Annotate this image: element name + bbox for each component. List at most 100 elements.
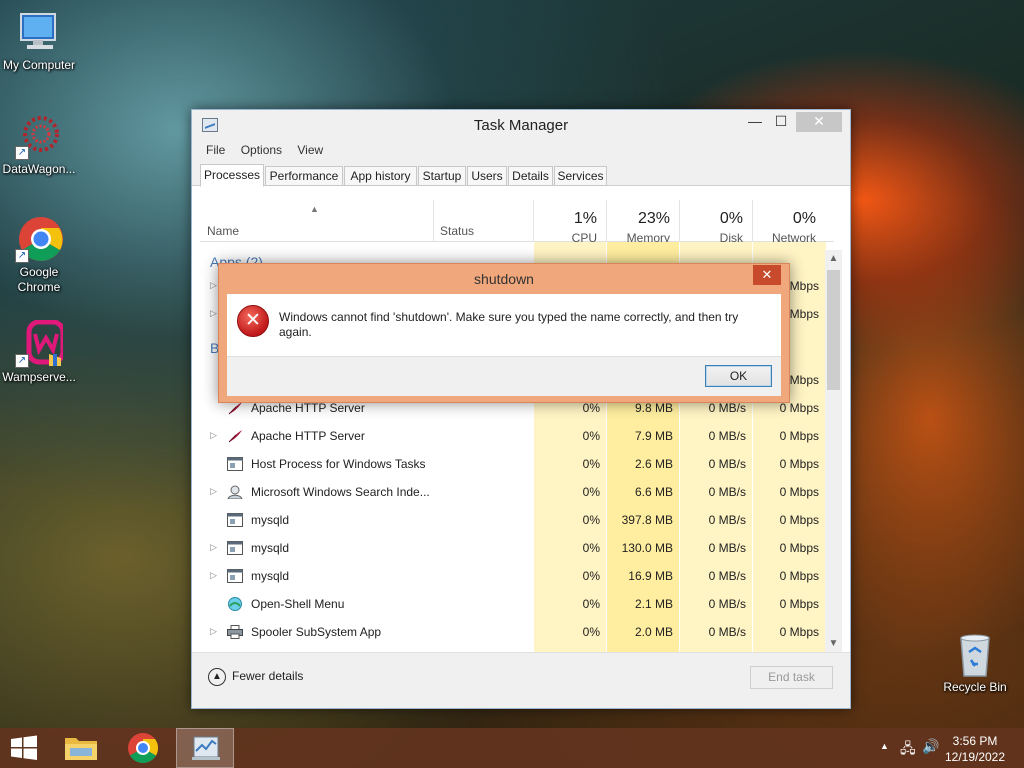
search-user-icon [227, 485, 243, 500]
table-row[interactable]: ▷ mysqld 0% 130.0 MB 0 MB/s 0 Mbps [200, 534, 826, 562]
expand-icon[interactable]: ▷ [210, 280, 217, 291]
cell-name: Apache HTTP Server [251, 429, 365, 443]
cell-cpu: 0% [582, 541, 600, 555]
cell-cpu: 0% [582, 457, 600, 471]
network-icon[interactable]: 🖧 [900, 738, 916, 762]
dialog-close-button[interactable]: ✕ [753, 265, 781, 285]
cell-disk: 0 MB/s [708, 485, 746, 499]
title-bar[interactable]: Task Manager — ☐ ✕ [192, 110, 850, 140]
maximize-button[interactable]: ☐ [768, 112, 794, 132]
cell-memory: 397.8 MB [621, 513, 673, 527]
desktop-icon-my-computer[interactable]: My Computer [0, 8, 78, 73]
shortcut-arrow-icon: ↗ [15, 354, 29, 368]
error-dialog: shutdown ✕ ✕ Windows cannot find 'shutdo… [218, 263, 790, 403]
desktop-icon-label: Google Chrome [17, 265, 61, 294]
column-header-row: ▲ Name Status 1% CPU 23% Memory 0% Disk … [200, 200, 834, 245]
scroll-thumb[interactable] [827, 270, 840, 390]
clock-time: 3:56 PM [952, 734, 998, 748]
cell-name: Microsoft Windows Search Inde... [251, 485, 430, 499]
cell-cpu: 0% [582, 401, 600, 415]
windows-logo-icon [11, 735, 37, 760]
cell-memory: 7.9 MB [634, 429, 673, 443]
desktop-icon-wampserver[interactable]: ↗ Wampserve... [0, 319, 78, 385]
tab-details[interactable]: Details [508, 166, 553, 186]
expand-icon[interactable]: ▷ [210, 430, 217, 441]
expand-icon[interactable]: ▷ [210, 626, 217, 637]
cell-disk: 0 MB/s [708, 541, 746, 555]
system-tray: ▲ 🖧 🔊 3:56 PM 12/19/2022 [864, 728, 1024, 768]
cell-memory: 2.6 MB [634, 457, 673, 471]
table-row[interactable]: ▷ Apache HTTP Server 0% 7.9 MB 0 MB/s 0 Mbps [200, 422, 826, 450]
feather-icon [227, 429, 243, 443]
table-row[interactable]: ▷ Microsoft Windows Search Inde... 0% 6.6 M… [200, 478, 826, 506]
taskbar: ▲ 🖧 🔊 3:56 PM 12/19/2022 [0, 728, 1024, 768]
cell-cpu: 0% [582, 513, 600, 527]
expand-icon[interactable]: ▷ [210, 308, 217, 319]
expand-icon[interactable]: ▷ [210, 542, 217, 553]
taskbar-chrome[interactable] [118, 728, 168, 768]
tab-app-history[interactable]: App history [344, 166, 417, 186]
tab-startup[interactable]: Startup [418, 166, 466, 186]
desktop-icon-datawagon[interactable]: ↗ DataWagon... [0, 112, 78, 177]
tab-users[interactable]: Users [467, 166, 507, 186]
cell-network: 0 Mbps [779, 485, 819, 499]
table-row[interactable]: mysqld 0% 397.8 MB 0 MB/s 0 Mbps [200, 506, 826, 534]
expand-icon[interactable]: ▷ [210, 570, 217, 581]
table-row[interactable]: ▷ Spooler SubSystem App 0% 2.0 MB 0 MB/s 0 Mb… [200, 618, 826, 646]
shortcut-arrow-icon: ↗ [15, 146, 29, 160]
cell-name: Host Process for Windows Tasks [251, 457, 426, 471]
fewer-details-button[interactable]: ▲ Fewer details [208, 668, 303, 686]
taskbar-task-manager[interactable] [176, 728, 234, 768]
start-button[interactable] [0, 728, 48, 768]
desktop-icon-recycle-bin[interactable]: Recycle Bin [936, 630, 1014, 695]
tab-processes[interactable]: Processes [200, 164, 264, 187]
cell-cpu: 0% [582, 485, 600, 499]
window-icon [227, 513, 243, 527]
minimize-button[interactable]: — [742, 112, 768, 132]
table-row[interactable]: Open-Shell Menu 0% 2.1 MB 0 MB/s 0 Mbps [200, 590, 826, 618]
cell-name: Spooler SubSystem App [251, 625, 382, 639]
column-disk[interactable]: 0% Disk [679, 200, 751, 245]
desktop-icon-label: My Computer [2, 58, 76, 72]
scroll-down-icon[interactable]: ▼ [825, 635, 842, 652]
menu-options[interactable]: Options [235, 140, 288, 160]
table-row[interactable]: ▷ mysqld 0% 16.9 MB 0 MB/s 0 Mbps [200, 562, 826, 590]
tab-services[interactable]: Services [554, 166, 607, 186]
chrome-icon: ↗ [15, 215, 63, 263]
cell-name: Apache HTTP Server [251, 401, 365, 415]
expand-icon[interactable]: ▷ [210, 486, 217, 497]
cell-memory: 9.8 MB [634, 401, 673, 415]
vertical-scrollbar[interactable]: ▲ ▼ [825, 250, 842, 652]
column-memory[interactable]: 23% Memory [606, 200, 678, 245]
end-task-button[interactable]: End task [750, 666, 833, 689]
disk-total: 0% [719, 210, 743, 227]
cell-disk: 0 MB/s [708, 625, 746, 639]
computer-icon [15, 8, 63, 56]
cell-name: mysqld [251, 513, 290, 527]
scroll-up-icon[interactable]: ▲ [825, 250, 842, 267]
memory-total: 23% [637, 210, 670, 227]
cell-network: 0 Mbps [779, 513, 819, 527]
chevron-up-icon: ▲ [208, 668, 226, 686]
clock[interactable]: 3:56 PM 12/19/2022 [940, 733, 1010, 765]
desktop-icon-google-chrome[interactable]: ↗ Google Chrome [0, 215, 78, 295]
close-button[interactable]: ✕ [796, 112, 842, 132]
volume-icon[interactable]: 🔊 [922, 738, 939, 755]
column-network[interactable]: 0% Network [752, 200, 824, 245]
menu-file[interactable]: File [200, 140, 231, 160]
menu-view[interactable]: View [291, 140, 329, 160]
column-cpu[interactable]: 1% CPU [533, 200, 605, 245]
cell-memory: 2.1 MB [634, 597, 673, 611]
datawagon-icon: ↗ [15, 112, 63, 160]
ok-button[interactable]: OK [705, 365, 772, 387]
cell-name: Open-Shell Menu [251, 597, 345, 611]
dialog-body: ✕ Windows cannot find 'shutdown'. Make s… [227, 294, 781, 396]
cell-cpu: 0% [582, 625, 600, 639]
table-row[interactable]: Host Process for Windows Tasks 0% 2.6 MB 0 … [200, 450, 826, 478]
taskbar-file-explorer[interactable] [56, 728, 106, 768]
cell-memory: 130.0 MB [621, 541, 673, 555]
tab-performance[interactable]: Performance [265, 166, 343, 186]
window-icon [227, 569, 243, 583]
cell-memory: 16.9 MB [628, 569, 673, 583]
show-hidden-icons-icon[interactable]: ▲ [880, 741, 889, 751]
